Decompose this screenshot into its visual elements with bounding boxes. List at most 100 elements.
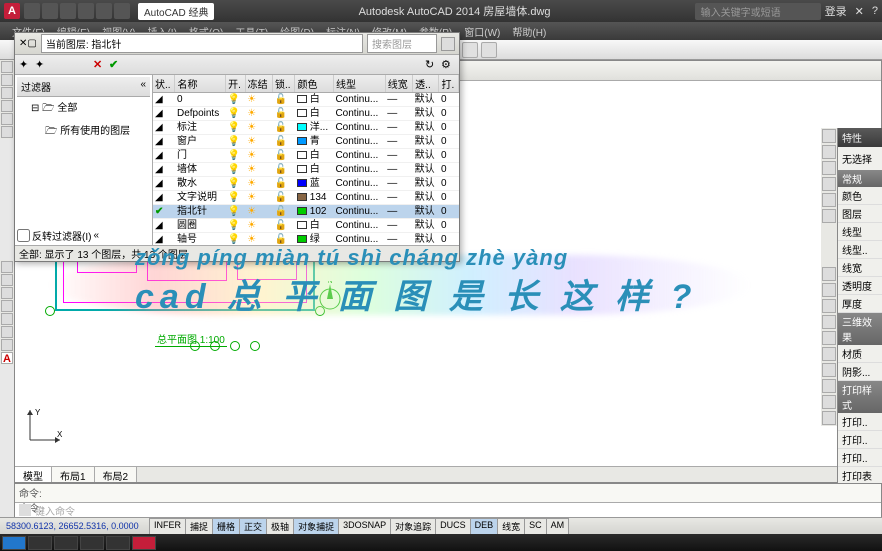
open-icon[interactable] [42, 3, 58, 19]
layer-col-header[interactable]: 状.. [153, 75, 175, 93]
circle-icon[interactable] [1, 87, 13, 99]
layer-col-header[interactable]: 冻结 [245, 75, 272, 93]
explorer-icon[interactable] [28, 536, 52, 550]
prop-row[interactable]: 颜色 [838, 187, 882, 205]
app-icon[interactable] [54, 536, 78, 550]
pan-icon[interactable] [822, 161, 836, 175]
tool-icon[interactable] [822, 299, 836, 313]
autocad-task-icon[interactable] [132, 536, 156, 550]
layer-row[interactable]: ◢散水💡☀🔓 蓝Continu...—默认0 [153, 177, 459, 191]
tool-icon[interactable] [822, 379, 836, 393]
layer-search-input[interactable]: 搜索图层 [367, 34, 437, 53]
exchange-icon[interactable]: ✕ [855, 5, 864, 18]
scale-icon[interactable] [1, 339, 13, 351]
tool-icon[interactable] [822, 267, 836, 281]
arc-icon[interactable] [1, 100, 13, 112]
layer-row[interactable]: ◢0💡☀🔓 白Continu...—默认0 [153, 93, 459, 107]
props-group-3d[interactable]: 三维效果 [838, 313, 882, 345]
layer-row[interactable]: ✔指北针💡☀🔓 102Continu...—默认0 [153, 205, 459, 219]
orbit-icon[interactable] [822, 193, 836, 207]
prop-row[interactable]: 打印.. [838, 413, 882, 431]
command-window[interactable]: 命令:命令: 键入命令 [14, 483, 882, 517]
status-toggle[interactable]: SC [524, 518, 547, 535]
app-icon[interactable] [106, 536, 130, 550]
prop-row[interactable]: 打印.. [838, 431, 882, 449]
navcube-icon[interactable] [822, 145, 836, 159]
layer-row[interactable]: ◢Defpoints💡☀🔓 白Continu...—默认0 [153, 107, 459, 121]
tool-icon[interactable] [822, 363, 836, 377]
layer-row[interactable]: ◢窗户💡☀🔓 青Continu...—默认0 [153, 135, 459, 149]
status-toggle[interactable]: 正交 [239, 518, 267, 535]
hatch-icon[interactable] [1, 126, 13, 138]
props-group-plot[interactable]: 打印样式 [838, 381, 882, 413]
tool-icon[interactable] [822, 315, 836, 329]
mirror-icon[interactable] [1, 326, 13, 338]
copy-icon[interactable] [1, 274, 13, 286]
cmd-input[interactable]: 键入命令 [35, 503, 75, 518]
status-toggle[interactable]: 对象捕捉 [293, 518, 339, 535]
layer-col-header[interactable]: 锁.. [272, 75, 295, 93]
refresh-icon[interactable]: ↻ [425, 58, 439, 72]
status-toggle[interactable]: 对象追踪 [390, 518, 436, 535]
status-toggle[interactable]: 极轴 [266, 518, 294, 535]
search-icon[interactable] [441, 37, 455, 51]
layer-col-header[interactable]: 颜色 [295, 75, 333, 93]
prop-row[interactable]: 打印.. [838, 449, 882, 467]
layer-row[interactable]: ◢门💡☀🔓 白Continu...—默认0 [153, 149, 459, 163]
rotate-icon[interactable] [1, 287, 13, 299]
prop-row[interactable]: 阴影... [838, 363, 882, 381]
prop-row[interactable]: 打印表 [838, 467, 882, 483]
redo-icon[interactable] [96, 3, 112, 19]
delete-layer-icon[interactable]: ✕ [93, 58, 107, 72]
status-toggle[interactable]: DUCS [435, 518, 471, 535]
status-toggle[interactable]: INFER [149, 518, 186, 535]
close-icon[interactable]: ✕▢ [19, 38, 37, 49]
layer-properties-manager[interactable]: ✕▢ 当前图层: 指北针 搜索图层 ✦ ✦ ✕ ✔ ↻ ⚙ 过滤器« ⊟ 🗁 全… [14, 32, 460, 262]
prop-row[interactable]: 线型.. [838, 241, 882, 259]
workspace-dropdown[interactable]: AutoCAD 经典 [138, 3, 214, 20]
a-annot-icon[interactable]: A [1, 352, 13, 364]
layer-row[interactable]: ◢标注💡☀🔓 洋...Continu...—默认0 [153, 121, 459, 135]
layer-list[interactable]: 状..名称开.冻结锁..颜色线型线宽透..打. ◢0💡☀🔓 白Continu..… [153, 75, 459, 245]
props-selection[interactable]: 无选择 [838, 147, 882, 170]
prop-row[interactable]: 线型 [838, 223, 882, 241]
layer-row[interactable]: ◢墙体💡☀🔓 白Continu...—默认0 [153, 163, 459, 177]
new-icon[interactable] [24, 3, 40, 19]
home-icon[interactable] [822, 129, 836, 143]
prop-row[interactable]: 线宽 [838, 259, 882, 277]
status-toggle[interactable]: 栅格 [212, 518, 240, 535]
layer-col-header[interactable]: 线型 [333, 75, 385, 93]
layer-col-header[interactable]: 透.. [413, 75, 439, 93]
tree-node-used[interactable]: 🗁 所有使用的图层 [17, 120, 150, 143]
layer-col-header[interactable]: 打. [439, 75, 459, 93]
tree-node-all[interactable]: ⊟ 🗁 全部 [17, 97, 150, 120]
layer-col-header[interactable]: 线宽 [385, 75, 412, 93]
save-icon[interactable] [60, 3, 76, 19]
layer-filter-tree[interactable]: 过滤器« ⊟ 🗁 全部 🗁 所有使用的图层 反转过滤器(I) « [15, 75, 153, 245]
invert-filter-checkbox[interactable] [17, 229, 30, 242]
zoom-icon[interactable] [822, 177, 836, 191]
layer-row[interactable]: ◢文字说明💡☀🔓 134Continu...—默认0 [153, 191, 459, 205]
status-toggle[interactable]: 线宽 [497, 518, 525, 535]
tab-layout1[interactable]: 布局1 [52, 467, 95, 482]
tool-icon[interactable] [822, 411, 836, 425]
tab-layout2[interactable]: 布局2 [95, 467, 138, 482]
prop-row[interactable]: 厚度 [838, 295, 882, 313]
layer-row[interactable]: ◢轴号💡☀🔓 绿Continu...—默认0 [153, 233, 459, 246]
app-logo[interactable]: A [4, 3, 20, 19]
settings-icon[interactable]: ⚙ [441, 58, 455, 72]
pline-icon[interactable] [1, 74, 13, 86]
help-icon[interactable]: ? [872, 5, 878, 17]
app-icon[interactable] [80, 536, 104, 550]
new-layer-vp-icon[interactable]: ✦ [35, 58, 49, 72]
wheel-icon[interactable] [822, 209, 836, 223]
status-toggle[interactable]: 捕捉 [185, 518, 213, 535]
prop-row[interactable]: 透明度 [838, 277, 882, 295]
login-link[interactable]: 登录 [825, 3, 847, 19]
status-toggle[interactable]: 3DOSNAP [338, 518, 391, 535]
move-icon[interactable] [1, 261, 13, 273]
layer-col-header[interactable]: 名称 [175, 75, 226, 93]
tool-icon[interactable] [822, 331, 836, 345]
new-layer-icon[interactable]: ✦ [19, 58, 33, 72]
set-current-icon[interactable]: ✔ [109, 58, 123, 72]
